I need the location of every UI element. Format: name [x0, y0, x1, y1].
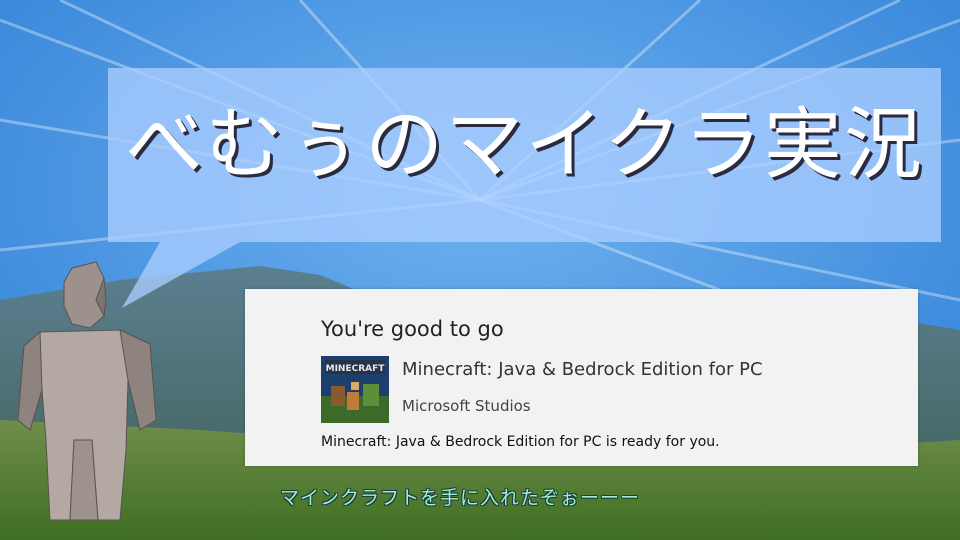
publisher-name[interactable]: Microsoft Studios: [402, 397, 531, 415]
ready-status-message: Minecraft: Java & Bedrock Edition for PC…: [321, 434, 720, 450]
svg-text:MINECRAFT: MINECRAFT: [326, 364, 386, 374]
card-heading: You're good to go: [321, 317, 504, 341]
store-confirmation-card: You're good to go MINECRAFT Minecraft: J…: [245, 289, 918, 466]
minecraft-box-art-icon[interactable]: MINECRAFT: [321, 356, 389, 423]
caption-subtitle: マインクラフトを手に入れたぞぉーーー: [280, 487, 641, 509]
product-name[interactable]: Minecraft: Java & Bedrock Edition for PC: [402, 359, 763, 380]
